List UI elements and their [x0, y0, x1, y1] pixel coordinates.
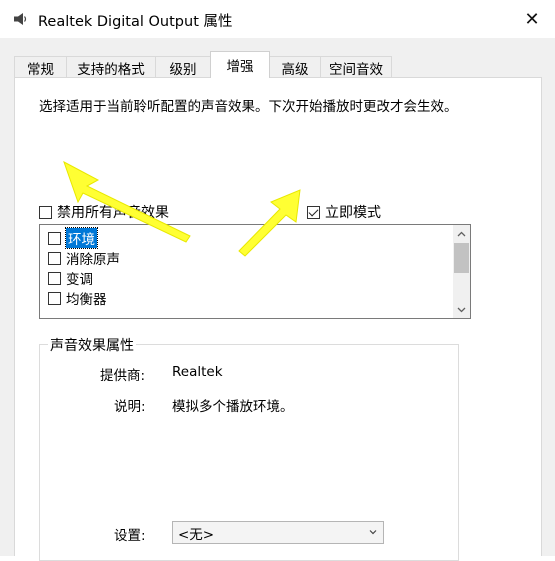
enhancements-panel: 选择适用于当前聆听配置的声音效果。下次开始播放时更改才会生效。 禁用所有声音效果…: [14, 77, 542, 561]
window-body: 常规 支持的格式 级别 增强 高级 空间音效 选择适用于当前聆听配置的声音效果。…: [0, 38, 555, 561]
scroll-up-button[interactable]: [453, 225, 470, 242]
chevron-down-icon: [369, 530, 377, 535]
checkbox-label: 立即模式: [325, 205, 381, 221]
tab-label: 增强: [226, 59, 254, 75]
provider-label: 提供商:: [100, 368, 146, 384]
listbox-scrollbar[interactable]: [453, 225, 470, 318]
title-bar: Realtek Digital Output 属性 ✕: [0, 0, 555, 38]
tab-spatial-sound[interactable]: 空间音效: [320, 56, 392, 78]
checkbox-box[interactable]: [48, 251, 61, 265]
checkbox-box[interactable]: [48, 291, 61, 305]
effect-properties-group: 声音效果属性 提供商: Realtek 说明: 模拟多个播放环境。 设置: <无…: [39, 335, 459, 561]
tab-supported-formats[interactable]: 支持的格式: [66, 56, 156, 78]
provider-value: Realtek: [172, 364, 223, 380]
checkbox-box[interactable]: [39, 205, 52, 219]
setting-dropdown[interactable]: <无>: [172, 521, 384, 544]
speaker-icon: [14, 13, 27, 25]
list-item-label: 变调: [66, 272, 93, 288]
list-item-label: 均衡器: [66, 292, 107, 308]
tab-enhancements[interactable]: 增强: [210, 51, 270, 78]
scroll-thumb[interactable]: [454, 243, 469, 273]
close-button[interactable]: ✕: [509, 0, 555, 38]
effects-listbox[interactable]: 环境 消除原声 变调 均衡器: [39, 224, 471, 319]
tab-general[interactable]: 常规: [14, 56, 67, 78]
checkbox-box[interactable]: [48, 231, 61, 245]
list-item-label: 环境: [65, 227, 98, 249]
tab-levels[interactable]: 级别: [155, 56, 211, 78]
tab-label: 高级: [281, 61, 309, 78]
checkbox-label: 禁用所有声音效果: [57, 205, 169, 221]
description-label: 说明:: [114, 399, 146, 415]
list-item[interactable]: 均衡器: [48, 288, 107, 308]
scroll-down-button[interactable]: [453, 301, 470, 318]
chevron-up-icon: [457, 231, 466, 236]
group-title: 声音效果属性: [48, 335, 136, 355]
list-item[interactable]: 环境: [48, 227, 98, 249]
checkbox-box[interactable]: [48, 271, 61, 285]
tab-advanced[interactable]: 高级: [269, 56, 321, 78]
enhancement-description: 选择适用于当前聆听配置的声音效果。下次开始播放时更改才会生效。: [39, 99, 458, 115]
list-item[interactable]: 变调: [48, 268, 93, 288]
tab-strip: 常规 支持的格式 级别 增强 高级 空间音效: [14, 51, 392, 78]
list-item[interactable]: 消除原声: [48, 248, 120, 268]
tab-label: 常规: [27, 61, 54, 78]
setting-label: 设置:: [114, 528, 146, 544]
setting-value: <无>: [178, 526, 215, 543]
tab-label: 级别: [169, 61, 197, 78]
close-icon: ✕: [524, 8, 540, 30]
window-title: Realtek Digital Output 属性: [38, 14, 233, 30]
immediate-mode-checkbox[interactable]: 立即模式: [307, 202, 381, 222]
chevron-down-icon: [457, 307, 466, 312]
checkbox-box[interactable]: [307, 205, 320, 219]
tab-label: 支持的格式: [77, 61, 145, 78]
description-value: 模拟多个播放环境。: [172, 399, 294, 415]
tab-label: 空间音效: [329, 61, 383, 78]
list-item-label: 消除原声: [66, 252, 120, 268]
disable-all-effects-checkbox[interactable]: 禁用所有声音效果: [39, 202, 169, 222]
